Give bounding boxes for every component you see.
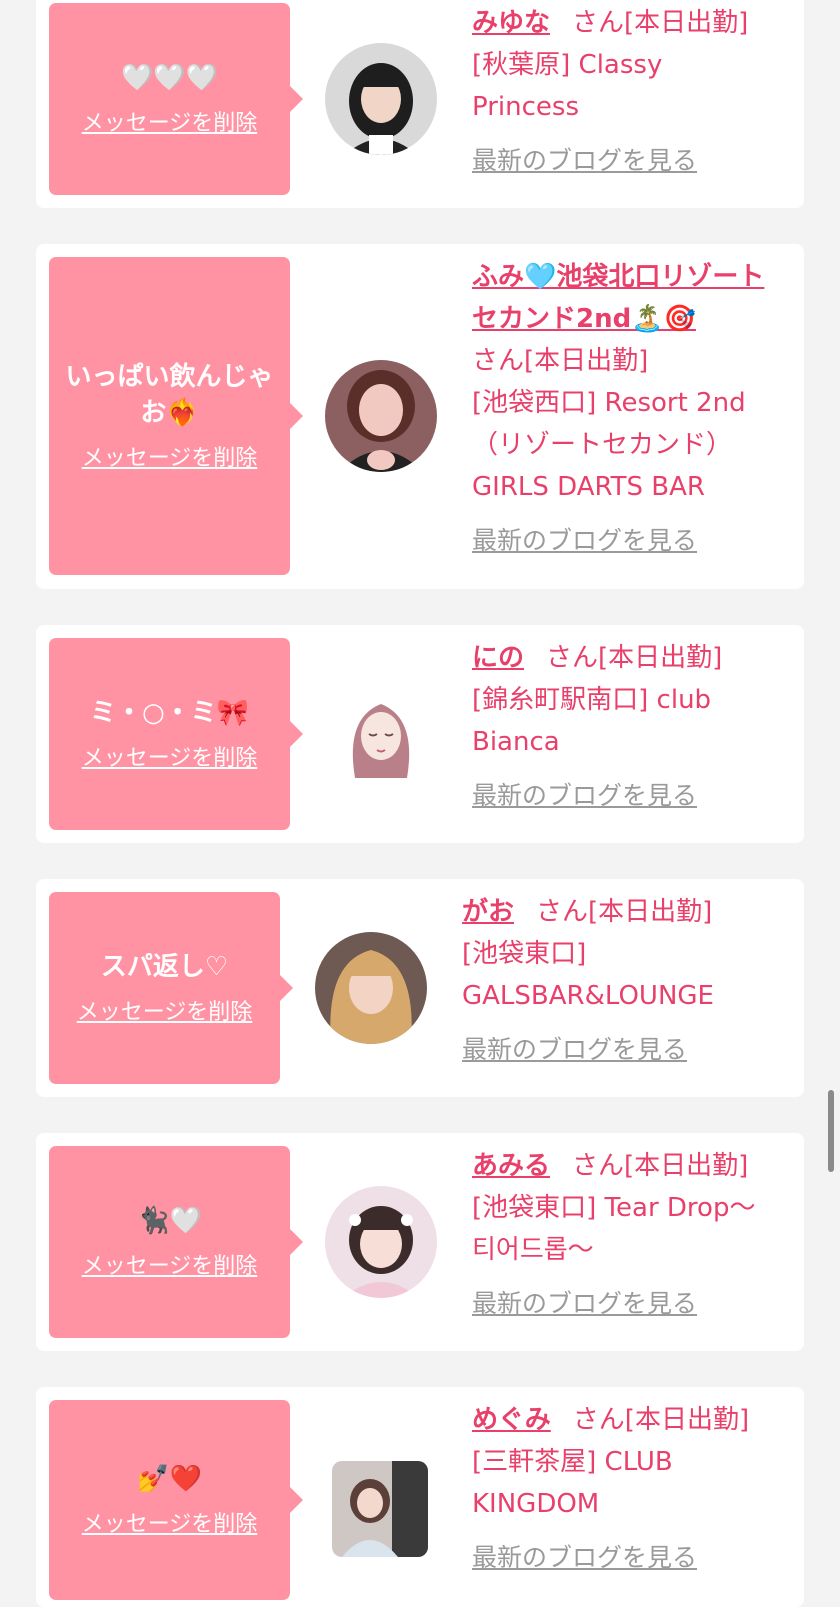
latest-blog-link[interactable]: 最新のブログを見る <box>472 775 776 817</box>
info-block: あみる さん[本日出勤] [池袋東口] Tear Drop〜티어드롭〜 最新のブロ… <box>472 1145 776 1325</box>
favorite-card: いっぱい飲んじゃお❤️‍🔥 メッセージを削除 ふみ🩵池袋北口リゾートセカンド2n… <box>36 244 804 589</box>
shop-name: [池袋西口] Resort 2nd（リゾートセカンド）GIRLS DARTS B… <box>472 388 746 502</box>
latest-blog-link[interactable]: 最新のブログを見る <box>462 1029 788 1071</box>
bubble-message-text: ミ・○・ミ🎀 <box>89 698 250 728</box>
bubble-message-text: 🤍🤍🤍 <box>120 63 219 93</box>
message-bubble: 🐈‍⬛🤍 メッセージを削除 <box>49 1146 303 1338</box>
message-bubble: 🤍🤍🤍 メッセージを削除 <box>49 3 303 195</box>
honorific: さん <box>572 8 625 38</box>
info-block: みゆな さん[本日出勤] [秋葉原] Classy Princess 最新のブログ… <box>472 2 776 182</box>
bubble-message-text: いっぱい飲んじゃお❤️‍🔥 <box>65 362 274 428</box>
message-bubble: 💅❤️ メッセージを削除 <box>49 1400 303 1600</box>
favorites-page: { "common": { "delete_label": "メッセージを削除"… <box>0 0 840 1607</box>
status-label: [本日出勤] <box>624 1405 750 1435</box>
message-bubble: スパ返し♡ メッセージを削除 <box>49 892 293 1084</box>
delete-message-link[interactable]: メッセージを削除 <box>82 445 258 473</box>
favorite-card: 🤍🤍🤍 メッセージを削除 みゆな さん[本日出勤] [秋葉原] Classy Pr… <box>36 0 804 208</box>
info-block: がお さん[本日出勤] [池袋東口] GALSBAR&LOUNGE 最新のブログを… <box>462 891 788 1071</box>
bubble-message-text: 💅❤️ <box>137 1464 202 1494</box>
cast-name-link[interactable]: あみる <box>472 1151 550 1181</box>
favorite-card: ミ・○・ミ🎀 メッセージを削除 にの さん[本日出勤] [錦糸町駅南口] club… <box>36 625 804 843</box>
status-label: [本日出勤] <box>524 346 649 376</box>
cast-name-link[interactable]: みゆな <box>472 8 550 38</box>
avatar[interactable] <box>325 1186 437 1298</box>
avatar[interactable] <box>332 1461 428 1557</box>
cast-name-link[interactable]: ふみ🩵池袋北口リゾートセカンド2nd🏝️🎯 <box>472 262 764 334</box>
status-label: [本日出勤] <box>624 8 749 38</box>
avatar[interactable] <box>315 932 427 1044</box>
honorific: さん <box>536 897 589 927</box>
avatar[interactable] <box>325 43 437 155</box>
scrollbar-thumb[interactable] <box>828 1090 834 1172</box>
delete-message-link[interactable]: メッセージを削除 <box>82 745 258 773</box>
bubble-message-text: 🐈‍⬛🤍 <box>137 1206 202 1236</box>
honorific: さん <box>572 1151 625 1181</box>
shop-name: [錦糸町駅南口] club Bianca <box>472 685 712 757</box>
latest-blog-link[interactable]: 最新のブログを見る <box>472 1537 776 1579</box>
info-block: ふみ🩵池袋北口リゾートセカンド2nd🏝️🎯 さん[本日出勤] [池袋西口] Res… <box>472 256 776 562</box>
cast-name-link[interactable]: がお <box>462 897 514 927</box>
latest-blog-link[interactable]: 最新のブログを見る <box>472 1283 776 1325</box>
avatar[interactable] <box>325 678 437 790</box>
favorite-card: 🐈‍⬛🤍 メッセージを削除 あみる さん[本日出勤] [池袋東口] Tear Dr… <box>36 1133 804 1351</box>
honorific: さん <box>472 346 525 376</box>
honorific: さん <box>572 1405 625 1435</box>
shop-name: [秋葉原] Classy Princess <box>472 50 663 122</box>
avatar[interactable] <box>325 360 437 472</box>
status-label: [本日出勤] <box>588 897 713 927</box>
status-label: [本日出勤] <box>624 1151 749 1181</box>
shop-name: [池袋東口] GALSBAR&LOUNGE <box>462 939 714 1011</box>
delete-message-link[interactable]: メッセージを削除 <box>82 110 258 138</box>
shop-name: [三軒茶屋] CLUB KINGDOM <box>472 1447 673 1519</box>
status-label: [本日出勤] <box>598 643 723 673</box>
message-bubble: いっぱい飲んじゃお❤️‍🔥 メッセージを削除 <box>49 257 303 575</box>
honorific: さん <box>546 643 599 673</box>
message-bubble: ミ・○・ミ🎀 メッセージを削除 <box>49 638 303 830</box>
favorite-card: 💅❤️ メッセージを削除 めぐみ さん[本日出勤] [三軒茶屋] CLUB KIN… <box>36 1387 804 1607</box>
delete-message-link[interactable]: メッセージを削除 <box>82 1253 258 1281</box>
latest-blog-link[interactable]: 最新のブログを見る <box>472 520 776 562</box>
favorite-card: スパ返し♡ メッセージを削除 がお さん[本日出勤] [池袋東口] GALSBAR… <box>36 879 804 1097</box>
info-block: めぐみ さん[本日出勤] [三軒茶屋] CLUB KINGDOM 最新のブログを見… <box>472 1399 776 1579</box>
info-block: にの さん[本日出勤] [錦糸町駅南口] club Bianca 最新のブログを見… <box>472 637 776 817</box>
cast-name-link[interactable]: にの <box>472 643 524 673</box>
shop-name: [池袋東口] Tear Drop〜티어드롭〜 <box>472 1193 756 1265</box>
latest-blog-link[interactable]: 最新のブログを見る <box>472 140 776 182</box>
delete-message-link[interactable]: メッセージを削除 <box>77 999 253 1027</box>
cast-name-link[interactable]: めぐみ <box>472 1405 551 1435</box>
bubble-message-text: スパ返し♡ <box>100 952 229 982</box>
delete-message-link[interactable]: メッセージを削除 <box>82 1511 258 1539</box>
